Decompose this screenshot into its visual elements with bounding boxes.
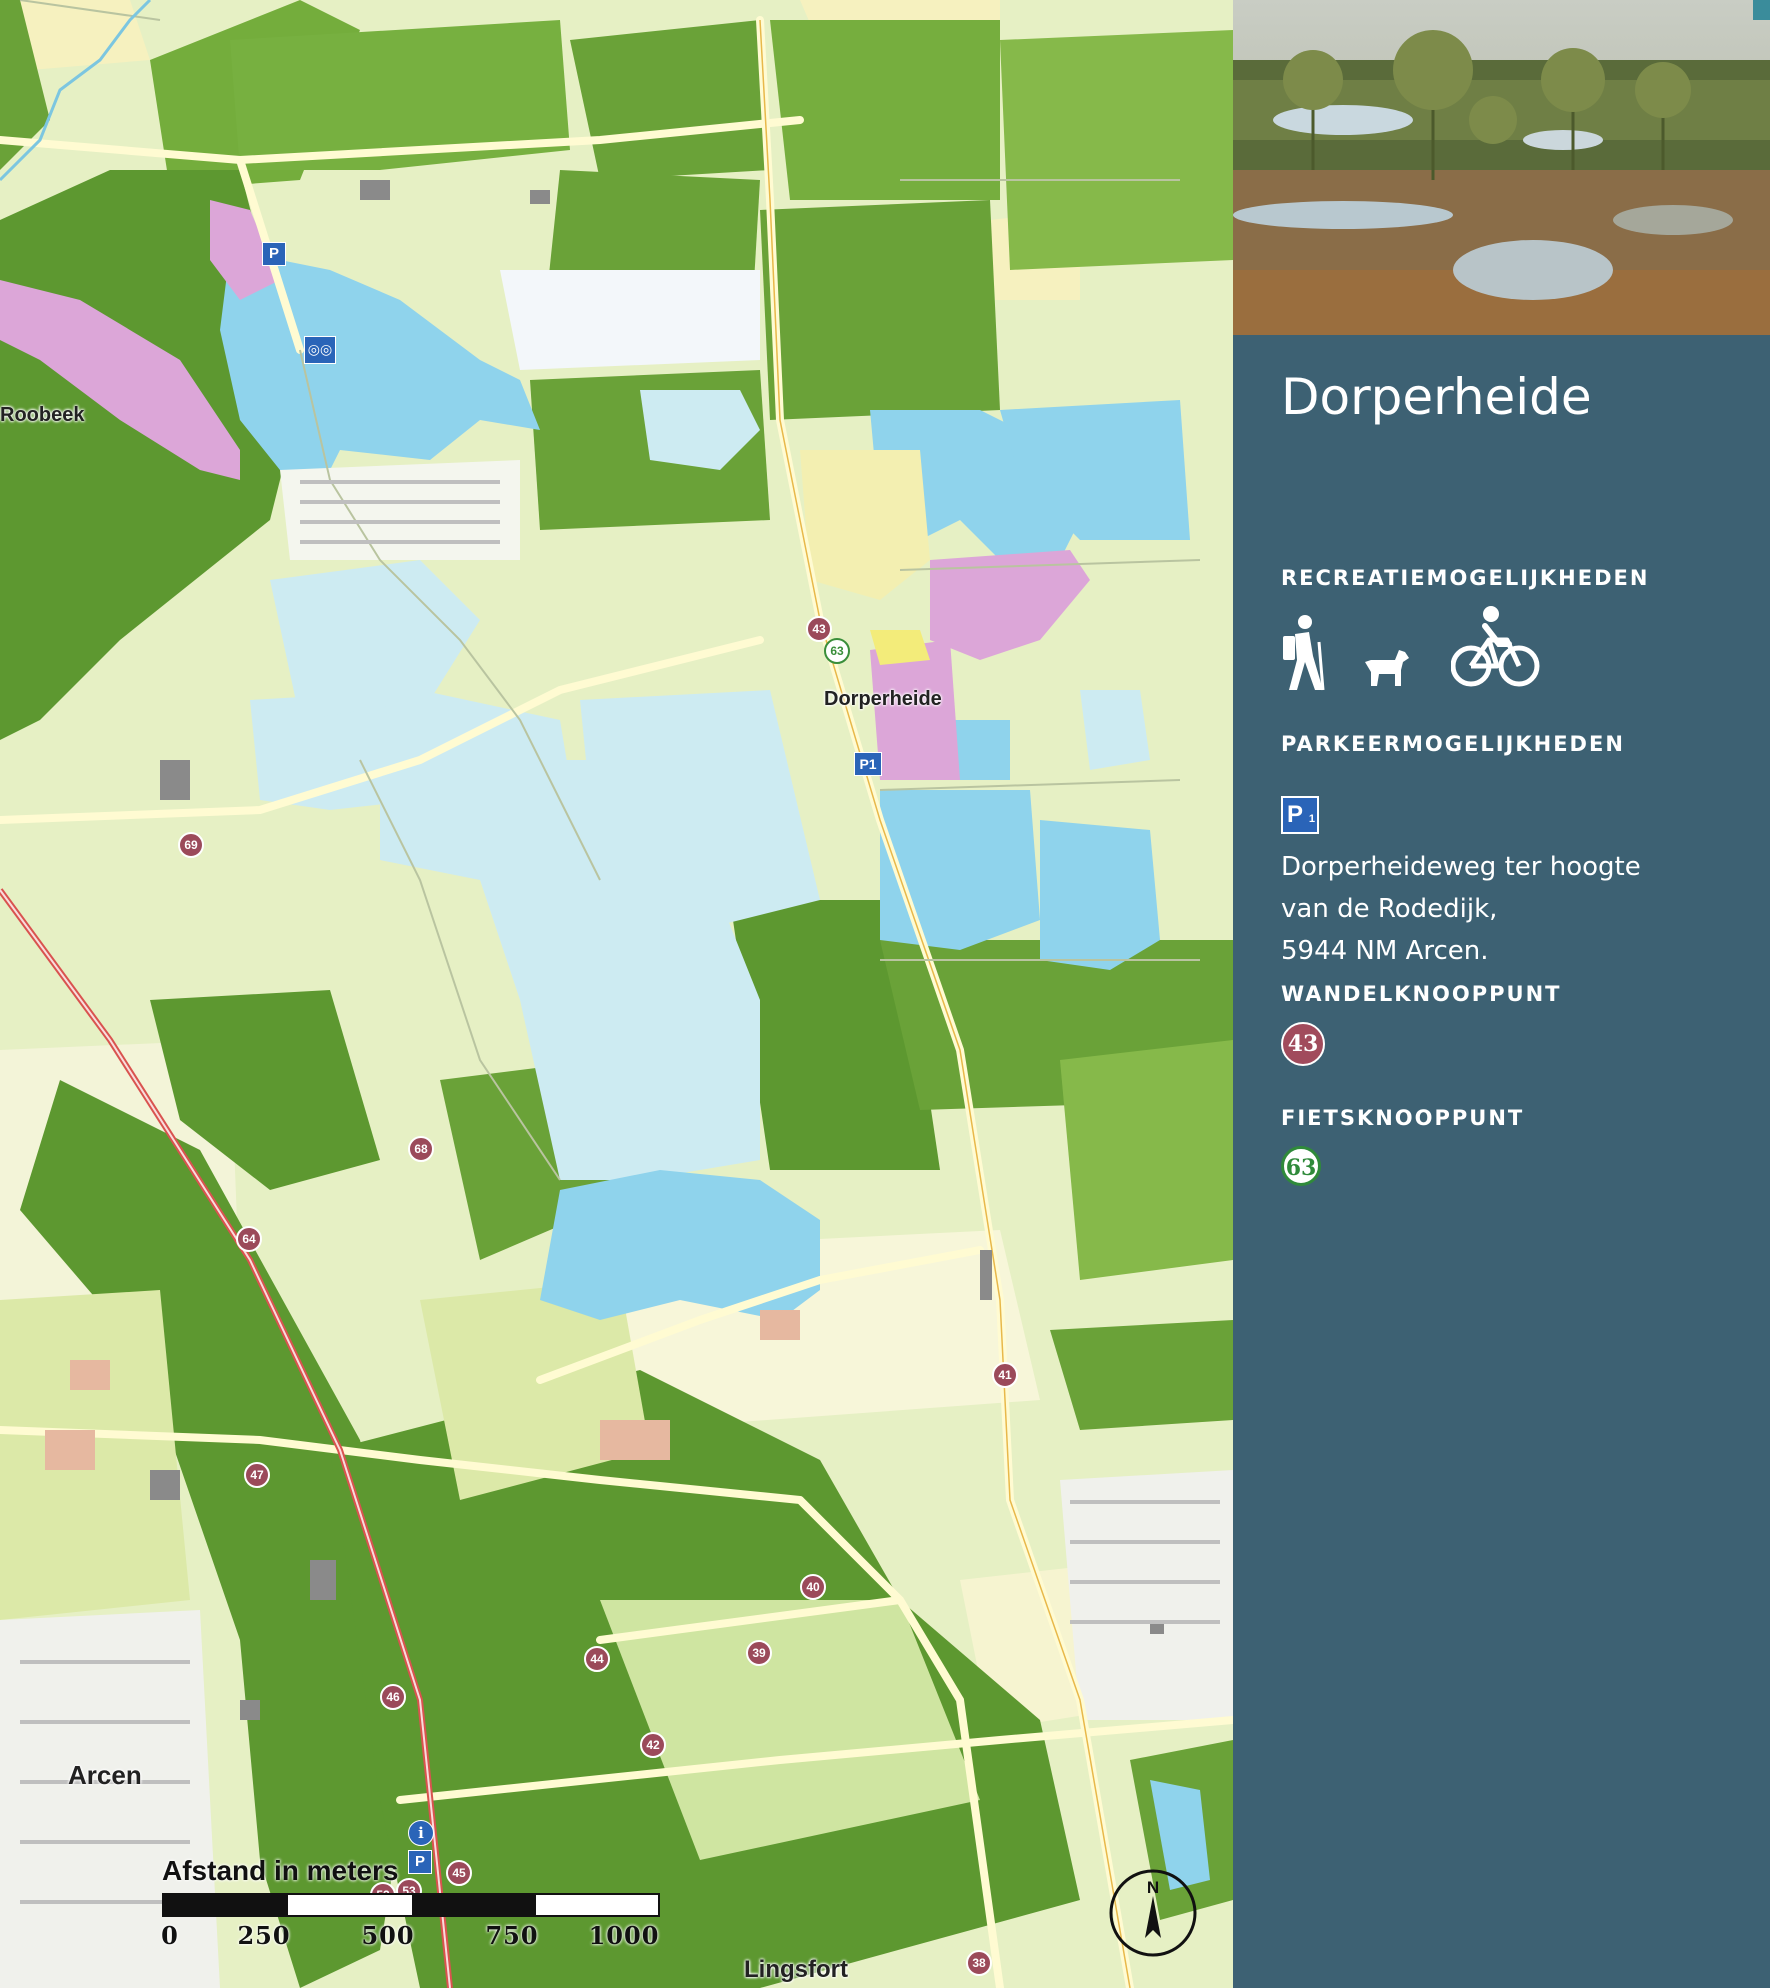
map[interactable]: Roobeek Dorperheide Arcen Lingsfort ◎◎ P… (0, 0, 1233, 1988)
walk-node-heading: WANDELKNOOPPUNT (1281, 982, 1562, 1006)
parking-p1-icon[interactable]: P1 (854, 752, 882, 776)
panel-title: Dorperheide (1281, 368, 1592, 426)
parking-address-line: van de Rodedijk, (1281, 894, 1498, 924)
walk-node-47[interactable]: 47 (244, 1462, 270, 1488)
map-canvas (0, 0, 1233, 1988)
walk-node-badge: 43 (1281, 1022, 1325, 1066)
parking-icon[interactable]: P (262, 242, 286, 266)
walk-node-43[interactable]: 43 (806, 616, 832, 642)
place-label-dorperheide: Dorperheide (824, 688, 942, 710)
parking-symbol-sub: 1 (1308, 813, 1315, 825)
recreation-heading: RECREATIEMOGELIJKHEDEN (1281, 566, 1650, 590)
scale-bar-graphic (162, 1893, 660, 1917)
walk-node-44[interactable]: 44 (584, 1646, 610, 1672)
info-icon[interactable]: i (408, 1820, 434, 1846)
compass-label: N (1146, 1878, 1160, 1897)
walk-node-42[interactable]: 42 (640, 1732, 666, 1758)
walk-node-68[interactable]: 68 (408, 1136, 434, 1162)
walk-node-69[interactable]: 69 (178, 832, 204, 858)
parking-address-line: Dorperheideweg ter hoogte (1281, 852, 1641, 882)
scale-tick: 500 (361, 1921, 415, 1950)
place-label-roobeek: Roobeek (0, 404, 85, 426)
dog-icon (1361, 640, 1411, 694)
parking-symbol: P (1287, 801, 1304, 828)
scale-tick: 250 (237, 1921, 291, 1950)
north-arrow-icon: N (1108, 1868, 1198, 1958)
bike-node-heading: FIETSKNOOPPUNT (1281, 1106, 1525, 1130)
scale-tick: 750 (485, 1921, 539, 1950)
bike-node-badge: 63 (1281, 1146, 1321, 1186)
place-label-lingsfort: Lingsfort (744, 1956, 848, 1983)
walk-node-38[interactable]: 38 (966, 1950, 992, 1976)
walk-node-46[interactable]: 46 (380, 1684, 406, 1710)
parking-p1-icon: P1 (1281, 796, 1319, 834)
scale-tick: 0 (161, 1921, 179, 1950)
parking-address-line: 5944 NM Arcen. (1281, 936, 1489, 966)
hiker-icon (1275, 612, 1331, 696)
place-label-arcen: Arcen (68, 1760, 142, 1790)
scale-bar: Afstand in meters 0 250 500 750 1000 (161, 1855, 662, 1953)
parking-address: Dorperheideweg ter hoogte van de Rodedij… (1281, 846, 1641, 972)
bike-node-63[interactable]: 63 (824, 638, 850, 664)
cyclist-icon (1450, 604, 1541, 694)
parking-heading: PARKEERMOGELIJKHEDEN (1281, 732, 1625, 756)
info-panel: Dorperheide RECREATIEMOGELIJKHEDEN PARKE… (1233, 0, 1770, 1988)
walk-node-41[interactable]: 41 (992, 1362, 1018, 1388)
scale-tick: 1000 (588, 1921, 660, 1950)
scale-title: Afstand in meters (162, 1855, 399, 1886)
walk-node-39[interactable]: 39 (746, 1640, 772, 1666)
walk-node-64[interactable]: 64 (236, 1226, 262, 1252)
walk-node-40[interactable]: 40 (800, 1574, 826, 1600)
landscape-photo (1233, 0, 1770, 335)
binoculars-icon: ◎◎ (304, 336, 336, 364)
